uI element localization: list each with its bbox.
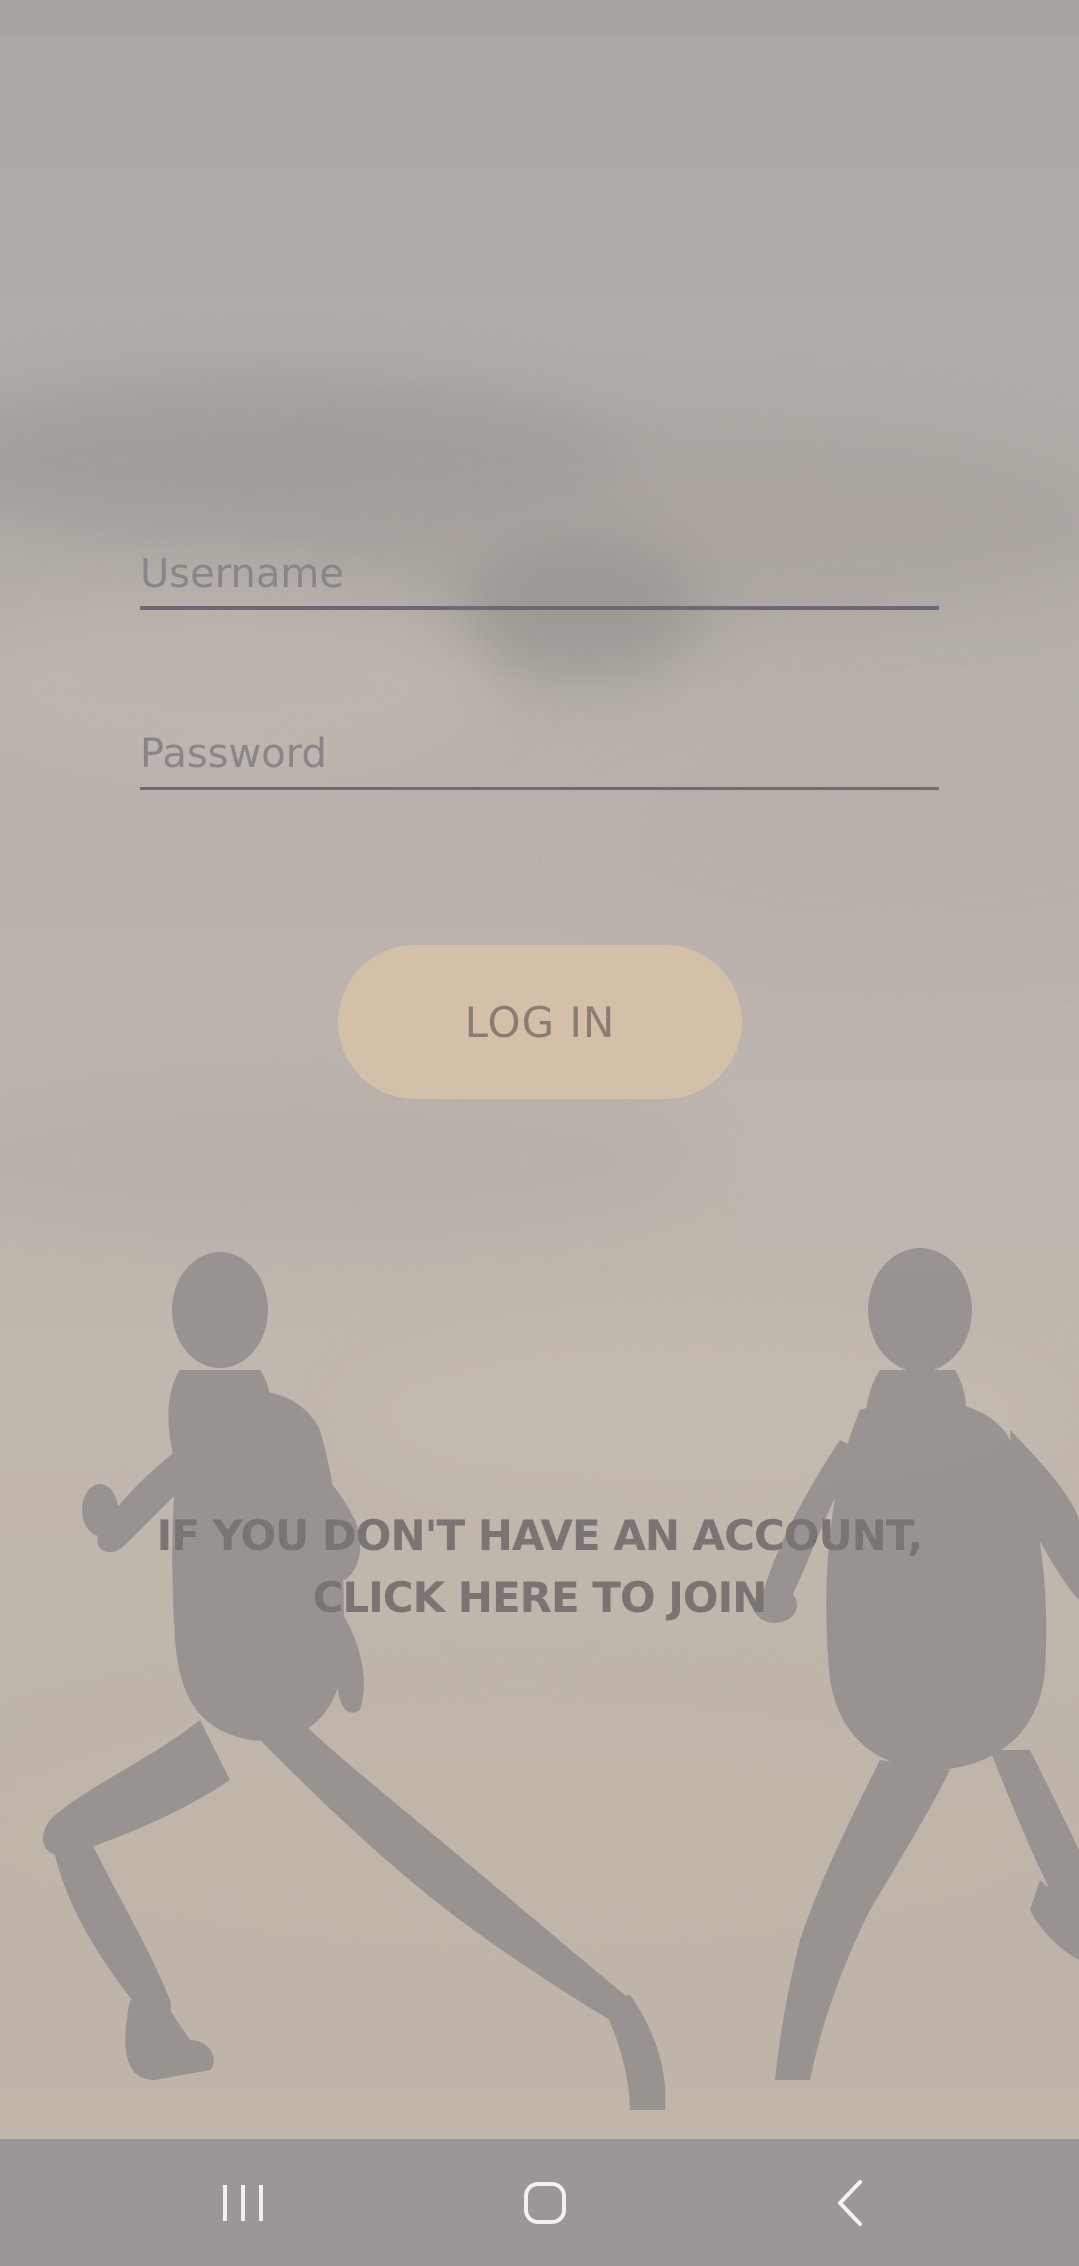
navigation-bar [0, 2139, 1079, 2266]
recents-icon [223, 2184, 263, 2221]
join-link-line-1: IF YOU DON'T HAVE AN ACCOUNT, [156, 1511, 924, 1560]
recents-button[interactable] [163, 2139, 323, 2266]
password-input[interactable] [140, 724, 939, 784]
login-button[interactable]: LOG IN [338, 945, 742, 1099]
status-bar [0, 0, 1079, 36]
home-button[interactable] [465, 2139, 625, 2266]
username-underline [140, 606, 939, 610]
password-field[interactable] [140, 710, 939, 790]
back-icon [838, 2179, 862, 2226]
password-underline [140, 787, 939, 790]
home-icon [524, 2181, 566, 2224]
username-field[interactable] [140, 530, 939, 610]
join-link[interactable]: IF YOU DON'T HAVE AN ACCOUNT, CLICK HERE… [140, 1505, 939, 1629]
username-input[interactable] [140, 544, 939, 604]
login-screen: LOG IN IF YOU DON'T HAVE AN ACCOUNT, CLI… [0, 0, 1079, 2266]
back-button[interactable] [770, 2139, 930, 2266]
join-link-line-2: CLICK HERE TO JOIN [312, 1573, 768, 1622]
